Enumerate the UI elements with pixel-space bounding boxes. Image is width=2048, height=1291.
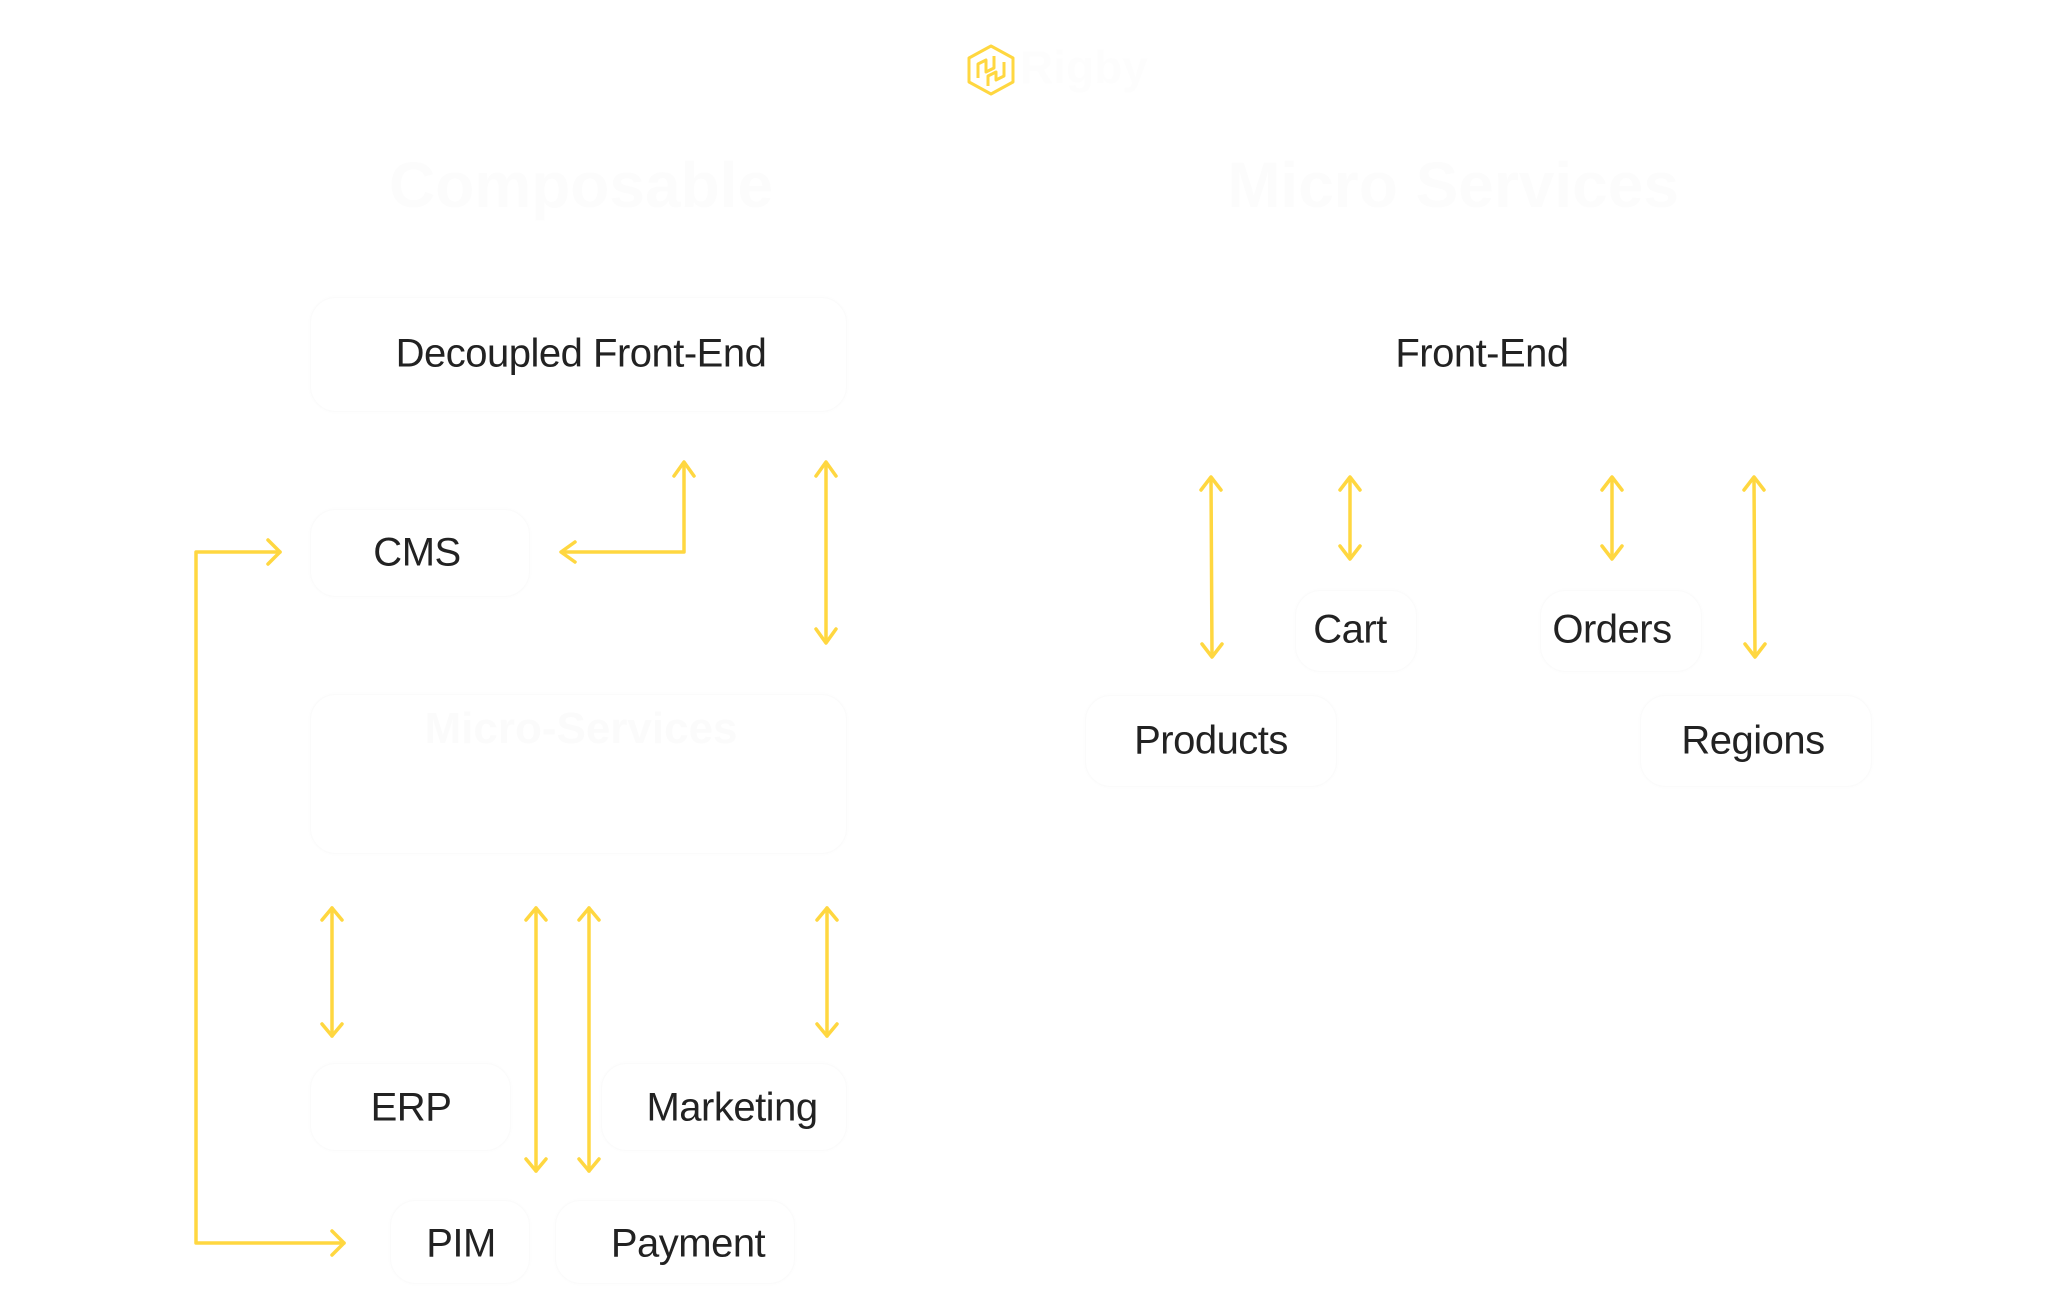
frontend-to-cms-arrow (559, 460, 696, 564)
services-marketing-double-arrow (815, 906, 839, 1038)
frontend-products-double-arrow (1199, 475, 1224, 659)
pim-cms-bracket-arrow (194, 538, 346, 1257)
frontend-cart-double-arrow (1338, 475, 1362, 561)
frontend-services-double-arrow (814, 460, 838, 645)
frontend-regions-double-arrow (1742, 475, 1767, 659)
services-payment-double-arrow (577, 906, 601, 1173)
frontend-orders-double-arrow (1600, 475, 1624, 561)
services-pim-double-arrow (524, 906, 548, 1173)
connector-arrows (194, 460, 1767, 1257)
services-erp-double-arrow (320, 906, 344, 1038)
